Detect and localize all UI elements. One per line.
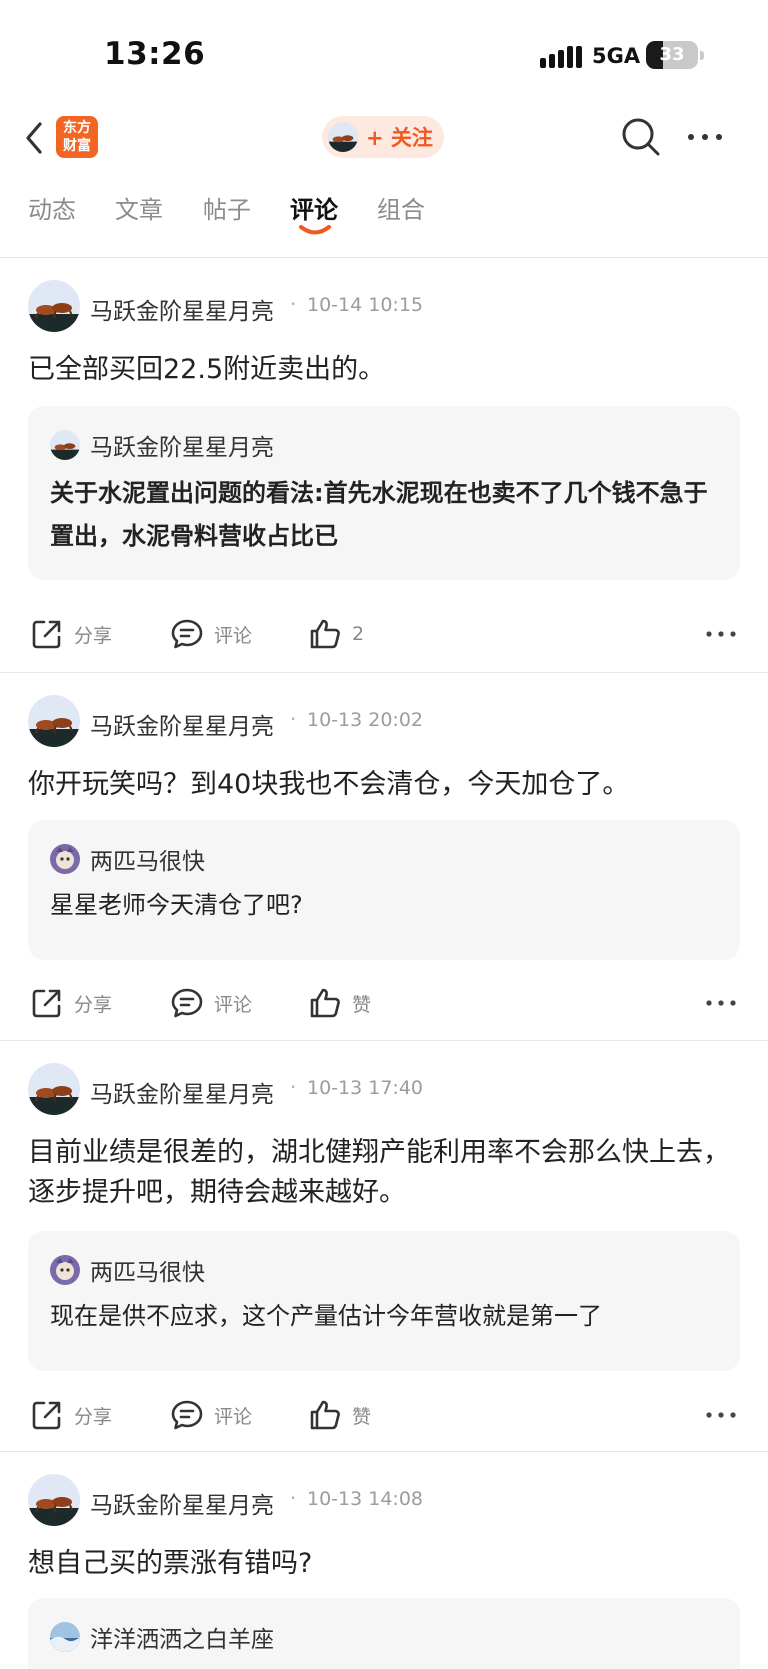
more-horizontal-icon[interactable] [704,991,738,1015]
signal-icon [540,46,582,68]
comment-label: 评论 [214,993,253,1016]
battery-cap [700,51,704,60]
share-icon [32,1401,61,1430]
avatar[interactable] [28,695,80,747]
separator-dot: · [290,1486,297,1510]
quoted-post[interactable]: 两匹马很快 星星老师今天清仓了吧? [28,820,740,960]
quoted-author: 洋洋洒洒之白羊座 [90,1627,274,1653]
quoted-author: 马跃金阶星星月亮 [90,435,274,461]
share-icon [32,620,61,649]
avatar [50,1622,80,1652]
avatar [50,430,80,460]
follow-label: + 关注 [366,126,433,150]
comment-button[interactable]: 评论 [170,983,252,1023]
like-button[interactable]: 2 [308,614,364,654]
comment-button[interactable]: 评论 [170,1395,252,1435]
like-button[interactable]: 赞 [308,1395,371,1435]
post-time: 10-14 10:15 [307,294,424,316]
separator-dot: · [290,1075,297,1099]
post-time: 10-13 20:02 [307,709,424,731]
author-name[interactable]: 马跃金阶星星月亮 [90,1486,274,1520]
comment-icon [171,1400,203,1430]
network-type: 5GA [592,44,641,68]
action-bar: 分享 评论 赞 [0,1395,768,1435]
share-button[interactable]: 分享 [30,983,112,1023]
comment-label: 评论 [214,1405,253,1428]
quoted-post[interactable]: 马跃金阶星星月亮 关于水泥置出问题的看法:首先水泥现在也卖不了几个钱不急于置出，… [28,406,740,580]
like-label: 赞 [352,1405,372,1428]
like-count: 2 [352,623,365,645]
more-horizontal-icon[interactable] [704,622,738,646]
battery-percent: 33 [659,44,685,65]
action-bar: 分享 评论 2 [0,614,768,654]
comment-icon [171,619,203,649]
quoted-post[interactable]: 洋洋洒洒之白羊座 [28,1598,740,1669]
like-button[interactable]: 赞 [308,983,371,1023]
avatar[interactable] [28,280,80,332]
quoted-text: 关于水泥置出问题的看法:首先水泥现在也卖不了几个钱不急于置出，水泥骨料营收占比已 [50,479,708,550]
logo-line2: 财富 [63,138,91,154]
post-time: 10-13 17:40 [307,1077,424,1099]
quoted-author: 两匹马很快 [90,1260,205,1286]
tab-articles[interactable]: 文章 [115,190,163,225]
more-horizontal-icon[interactable] [704,1403,738,1427]
share-button[interactable]: 分享 [30,1395,112,1435]
share-label: 分享 [74,993,113,1016]
nav-bar: 东方 财富 + 关注 [0,100,768,176]
author-name[interactable]: 马跃金阶星星月亮 [90,1075,274,1109]
comment-text[interactable]: 想自己买的票涨有错吗? [28,1544,740,1584]
action-bar: 分享 评论 赞 [0,983,768,1023]
tab-bar: 动态 文章 帖子 评论 组合 [0,176,768,258]
battery-icon: 33 [646,41,698,69]
avatar[interactable] [28,1063,80,1115]
status-bar: 13:26 5GA 33 [0,0,768,100]
avatar [50,1255,80,1285]
tab-active-indicator [299,225,331,235]
tab-posts[interactable]: 帖子 [203,190,251,225]
avatar[interactable] [28,1474,80,1526]
quoted-text: 星星老师今天清仓了吧? [50,891,303,919]
status-time: 13:26 [104,36,206,72]
tab-dynamic[interactable]: 动态 [28,190,76,225]
search-icon[interactable] [620,116,662,158]
comment-text[interactable]: 已全部买回22.5附近卖出的。 [28,350,740,390]
separator-dot: · [290,707,297,731]
tab-comments[interactable]: 评论 [290,190,338,225]
share-label: 分享 [74,624,113,647]
follow-button[interactable]: + 关注 [322,116,444,158]
quoted-author: 两匹马很快 [90,849,205,875]
thumbs-up-icon [310,619,340,649]
quoted-text: 现在是供不应求，这个产量估计今年营收就是第一了 [50,1302,602,1330]
comment-label: 评论 [214,624,253,647]
author-name[interactable]: 马跃金阶星星月亮 [90,292,274,326]
thumbs-up-icon [310,988,340,1018]
like-label: 赞 [352,993,372,1016]
share-button[interactable]: 分享 [30,614,112,654]
avatar [328,122,358,152]
more-horizontal-icon[interactable] [684,122,726,152]
app-logo[interactable]: 东方 财富 [56,116,98,158]
comment-text[interactable]: 目前业绩是很差的，湖北健翔产能利用率不会那么快上去，逐步提升吧，期待会越来越好。 [28,1133,740,1213]
comment-text[interactable]: 你开玩笑吗？到40块我也不会清仓，今天加仓了。 [28,765,740,805]
comment-card: 马跃金阶星星月亮 · 10-13 17:40 目前业绩是很差的，湖北健翔产能利用… [0,1041,768,1452]
share-label: 分享 [74,1405,113,1428]
share-icon [32,989,61,1018]
chevron-left-icon[interactable] [20,118,50,158]
comment-card: 马跃金阶星星月亮 · 10-14 10:15 已全部买回22.5附近卖出的。 马… [0,258,768,673]
avatar [50,844,80,874]
author-name[interactable]: 马跃金阶星星月亮 [90,707,274,741]
thumbs-up-icon [310,1400,340,1430]
quoted-post[interactable]: 两匹马很快 现在是供不应求，这个产量估计今年营收就是第一了 [28,1231,740,1371]
comment-card: 马跃金阶星星月亮 · 10-13 14:08 想自己买的票涨有错吗? 洋洋洒洒之… [0,1452,768,1669]
comment-button[interactable]: 评论 [170,614,252,654]
logo-line1: 东方 [63,120,91,136]
post-time: 10-13 14:08 [307,1488,424,1510]
tab-portfolio[interactable]: 组合 [377,190,425,225]
comment-card: 马跃金阶星星月亮 · 10-13 20:02 你开玩笑吗？到40块我也不会清仓，… [0,673,768,1041]
comment-icon [171,988,203,1018]
separator-dot: · [290,292,297,316]
